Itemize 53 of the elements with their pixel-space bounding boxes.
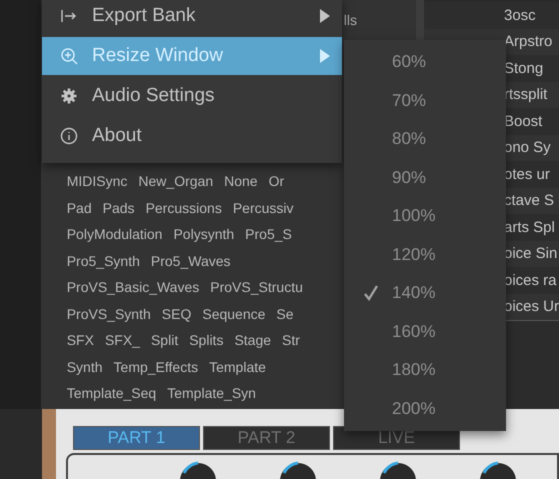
export-icon (60, 7, 78, 25)
tag[interactable]: Str (282, 332, 300, 348)
tag[interactable]: Synth (66, 358, 103, 375)
tag[interactable]: Pro5_Waves (150, 252, 231, 269)
knob[interactable] (278, 459, 318, 479)
tag[interactable]: Template_Seq (66, 385, 156, 402)
tag[interactable]: Se (276, 306, 294, 322)
tag[interactable]: None (224, 173, 258, 190)
tag[interactable]: lls (344, 12, 357, 28)
tag[interactable]: Temp_Effects (114, 358, 198, 375)
tag[interactable]: Polysynth (173, 226, 234, 242)
tag[interactable]: Pad (66, 200, 92, 216)
menu-item[interactable]: 70% (344, 82, 506, 120)
tag[interactable]: ProVS_Structu (210, 279, 303, 296)
menu-item[interactable]: 120% (344, 236, 506, 274)
tag[interactable]: Sequence (202, 306, 266, 322)
tag[interactable]: Template (209, 358, 266, 375)
tag[interactable]: ProVS_Synth (66, 306, 151, 322)
tag[interactable]: Percussions (146, 200, 222, 216)
menu-item[interactable]: Audio Settings (42, 77, 342, 115)
tag[interactable]: Pro5_Synth (66, 252, 140, 269)
knob[interactable] (378, 459, 418, 479)
tag[interactable]: Splits (189, 332, 224, 348)
tag[interactable]: SFX_ (104, 332, 140, 348)
info-icon (60, 127, 78, 145)
zoom-in-icon (60, 47, 78, 65)
menu-item[interactable]: 100% (344, 197, 506, 236)
tag[interactable]: Pro5_S (245, 226, 292, 242)
tag[interactable]: Percussiv (232, 200, 294, 216)
menu-item[interactable]: 90% (344, 158, 506, 197)
tag[interactable]: ProVS_Basic_Waves (66, 279, 200, 296)
menu-item[interactable]: 80% (344, 120, 506, 158)
tag[interactable]: SFX (66, 332, 94, 348)
gear-icon (60, 87, 78, 105)
knob[interactable] (178, 459, 218, 479)
menu-item[interactable]: 60% (344, 43, 506, 82)
tag[interactable]: PolyModulation (66, 226, 162, 242)
menu-item[interactable]: Export Bank (42, 0, 342, 35)
menu-item[interactable]: 140% (344, 274, 506, 312)
tag[interactable]: Stage (234, 332, 272, 348)
tag[interactable]: Split (150, 332, 178, 348)
menu-item[interactable]: 180% (344, 351, 506, 390)
tag[interactable]: SEQ (162, 306, 192, 322)
tag[interactable]: Or (268, 173, 284, 190)
tag[interactable]: New_Organ (138, 173, 214, 190)
tag[interactable]: Template_Syn (167, 385, 256, 402)
menu-item[interactable]: About (42, 117, 342, 155)
side-strip (42, 409, 56, 479)
tag[interactable]: Pads (102, 200, 135, 216)
menu-item[interactable]: 160% (344, 312, 506, 351)
menu-item[interactable]: 200% (344, 390, 506, 428)
tag[interactable]: MIDISync (66, 173, 128, 190)
knob[interactable] (478, 459, 518, 479)
